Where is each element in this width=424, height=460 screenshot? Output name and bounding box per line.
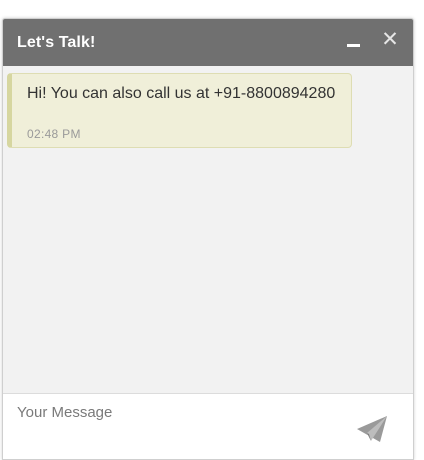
message-bubble: Hi! You can also call us at +91-88008942… xyxy=(7,73,352,148)
message-composer xyxy=(3,393,413,459)
chat-header: Let's Talk! ✕ xyxy=(3,19,413,66)
chat-widget: Let's Talk! ✕ Hi! You can also call us a… xyxy=(2,18,414,460)
message-list: Hi! You can also call us at +91-88008942… xyxy=(3,66,413,393)
send-button[interactable] xyxy=(355,414,389,444)
chat-title: Let's Talk! xyxy=(17,34,96,51)
message-text: Hi! You can also call us at +91-88008942… xyxy=(27,85,336,102)
minimize-button[interactable] xyxy=(344,32,362,50)
message-input[interactable] xyxy=(11,400,341,454)
minimize-icon xyxy=(347,44,360,47)
paper-plane-icon xyxy=(357,416,387,442)
message-timestamp: 02:48 PM xyxy=(27,127,81,141)
close-icon[interactable]: ✕ xyxy=(381,29,399,50)
